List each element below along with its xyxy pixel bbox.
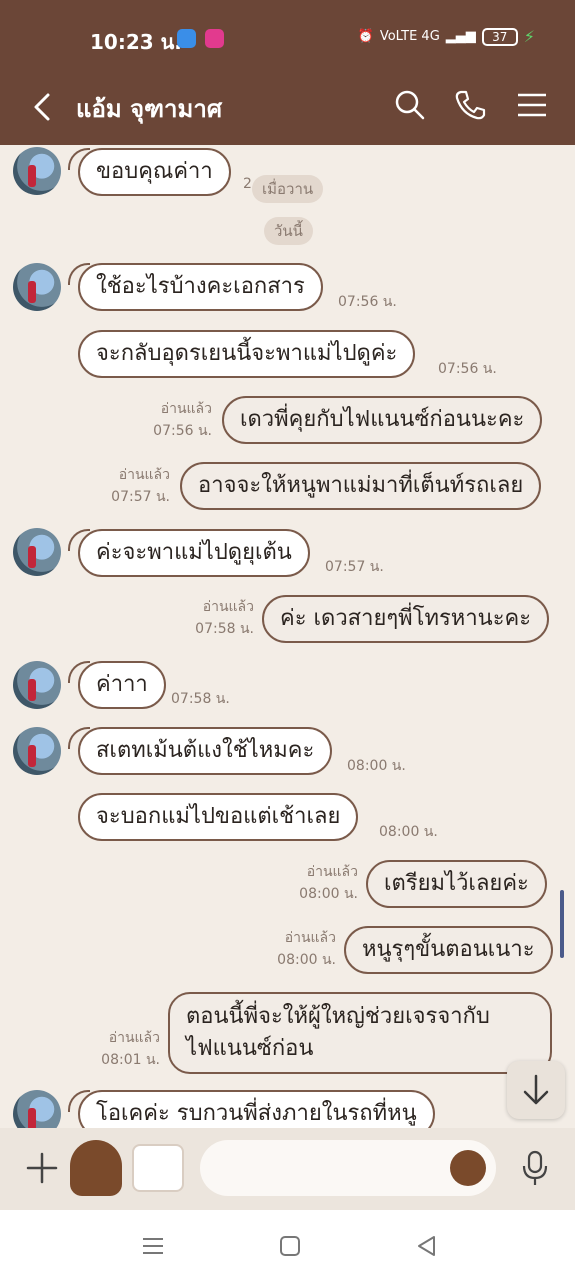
plus-icon[interactable] — [22, 1148, 62, 1188]
message-time: 07:58 น. — [171, 691, 230, 707]
message-meta: อ่านแล้ว 07:58 น. — [180, 596, 254, 640]
duck-sticker-icon[interactable] — [132, 1144, 184, 1192]
menu-icon[interactable] — [514, 87, 550, 123]
read-receipt: อ่านแล้ว — [108, 1030, 160, 1046]
avatar[interactable] — [13, 263, 61, 311]
message-bubble[interactable]: ค่ะ เดวสายๆพี่โทรหานะคะ — [262, 595, 550, 643]
avatar[interactable] — [13, 727, 61, 775]
message-time: 07:56 น. — [338, 294, 397, 310]
message-bubble[interactable]: จะบอกแม่ไปขอแต่เช้าเลย — [78, 793, 359, 841]
message-time: 07:57 น. — [111, 489, 170, 505]
back-nav-icon[interactable] — [414, 1233, 440, 1259]
message-time: 07:58 น. — [195, 621, 254, 637]
status-indicators: ⏰ VoLTE 4G ▂▄▆ 37 ⚡ — [358, 27, 535, 46]
search-icon[interactable] — [392, 87, 428, 123]
message-time: 08:01 น. — [101, 1052, 160, 1068]
message-bubble[interactable]: หนูรุๆขั้นตอนเนาะ — [344, 926, 553, 974]
message-bubble[interactable]: ค่ะจะพาแม่ไปดูยุเต้น — [68, 529, 310, 577]
charging-icon: ⚡ — [523, 27, 535, 46]
message-bubble[interactable]: ค่าาา — [68, 661, 166, 709]
read-receipt: อ่านแล้ว — [118, 467, 170, 483]
message-time: 07:56 น. — [438, 361, 497, 377]
message-bubble[interactable]: โอเคค่ะ รบกวนพี่ส่งภายในรถที่หนู — [68, 1090, 435, 1128]
message-meta: อ่านแล้ว 07:56 น. — [140, 398, 212, 442]
read-receipt: อ่านแล้ว — [202, 599, 254, 615]
message-meta: อ่านแล้ว 08:01 น. — [86, 1027, 160, 1071]
signal-icon: ▂▄▆ — [445, 29, 476, 44]
avatar[interactable] — [13, 528, 61, 576]
alarm-icon: ⏰ — [357, 29, 374, 44]
network-label: VoLTE 4G — [379, 29, 440, 44]
phone-icon[interactable] — [452, 87, 488, 123]
message-time: 08:00 น. — [379, 824, 438, 840]
message-time: 07:56 น. — [153, 423, 212, 439]
bear-sticker-icon[interactable] — [70, 1140, 122, 1196]
status-bar: 10:23 น. ⏰ VoLTE 4G ▂▄▆ 37 ⚡ — [0, 0, 575, 75]
contact-name[interactable]: แอ้ม จุฑามาศ — [76, 89, 222, 128]
avatar[interactable] — [13, 1090, 61, 1128]
emoji-icon[interactable] — [450, 1150, 486, 1186]
game-notification-icon — [205, 29, 224, 48]
avatar[interactable] — [13, 661, 61, 709]
read-receipt: อ่านแล้ว — [160, 401, 212, 417]
message-meta: อ่านแล้ว 07:57 น. — [96, 464, 170, 508]
status-time: 10:23 น. — [90, 30, 182, 54]
message-time: 08:00 น. — [299, 886, 358, 902]
date-chip: วันนี้ — [264, 217, 313, 245]
message-meta: อ่านแล้ว 08:00 น. — [284, 861, 358, 905]
home-icon[interactable] — [277, 1233, 303, 1259]
date-chip: เมื่อวาน — [252, 175, 324, 203]
message-input-bar — [0, 1128, 575, 1210]
message-time: 2 — [243, 176, 252, 192]
message-bubble[interactable]: เดวพี่คุยกับไฟแนนซ์ก่อนนะคะ — [222, 396, 543, 444]
scrollbar[interactable] — [560, 890, 564, 958]
top-area: 10:23 น. ⏰ VoLTE 4G ▂▄▆ 37 ⚡ แอ้ม จุฑามา… — [0, 0, 575, 145]
chat-header: แอ้ม จุฑามาศ — [0, 75, 575, 145]
message-meta: อ่านแล้ว 08:00 น. — [262, 927, 336, 971]
message-bubble[interactable]: ขอบคุณค่าา — [68, 148, 231, 196]
message-bubble[interactable]: เตรียมไว้เลยค่ะ — [366, 860, 547, 908]
read-receipt: อ่านแล้ว — [306, 864, 358, 880]
read-receipt: อ่านแล้ว — [284, 930, 336, 946]
system-nav-bar — [0, 1210, 575, 1280]
message-bubble[interactable]: ตอนนี้พี่จะให้ผู้ใหญ่ช่วยเจรจากับ ไฟแนนซ… — [168, 992, 552, 1074]
back-icon[interactable] — [28, 87, 58, 127]
message-bubble[interactable]: อาจจะให้หนูพาแม่มาที่เต็นท์รถเลย — [180, 462, 542, 510]
message-time: 07:57 น. — [325, 559, 384, 575]
battery-icon: 37 — [481, 27, 518, 46]
message-time: 08:00 น. — [347, 758, 406, 774]
recent-apps-icon[interactable] — [140, 1233, 166, 1259]
app-notification-icon — [177, 29, 196, 48]
message-bubble[interactable]: สเตทเม้นต้แงใช้ไหมคะ — [67, 727, 333, 775]
message-bubble[interactable]: ใช้อะไรบ้างคะเอกสาร — [68, 263, 323, 311]
mic-icon[interactable] — [518, 1148, 552, 1188]
avatar[interactable] — [13, 147, 61, 195]
chat-area[interactable]: ขอบคุณค่าา 2 เมื่อวาน วันนี้ ใช้อะไรบ้าง… — [0, 145, 575, 1128]
message-time: 08:00 น. — [277, 952, 336, 968]
scroll-to-bottom-button[interactable] — [507, 1061, 565, 1119]
message-bubble[interactable]: จะกลับอุดรเยนนี้จะพาแม่ไปดูค่ะ — [78, 330, 416, 378]
